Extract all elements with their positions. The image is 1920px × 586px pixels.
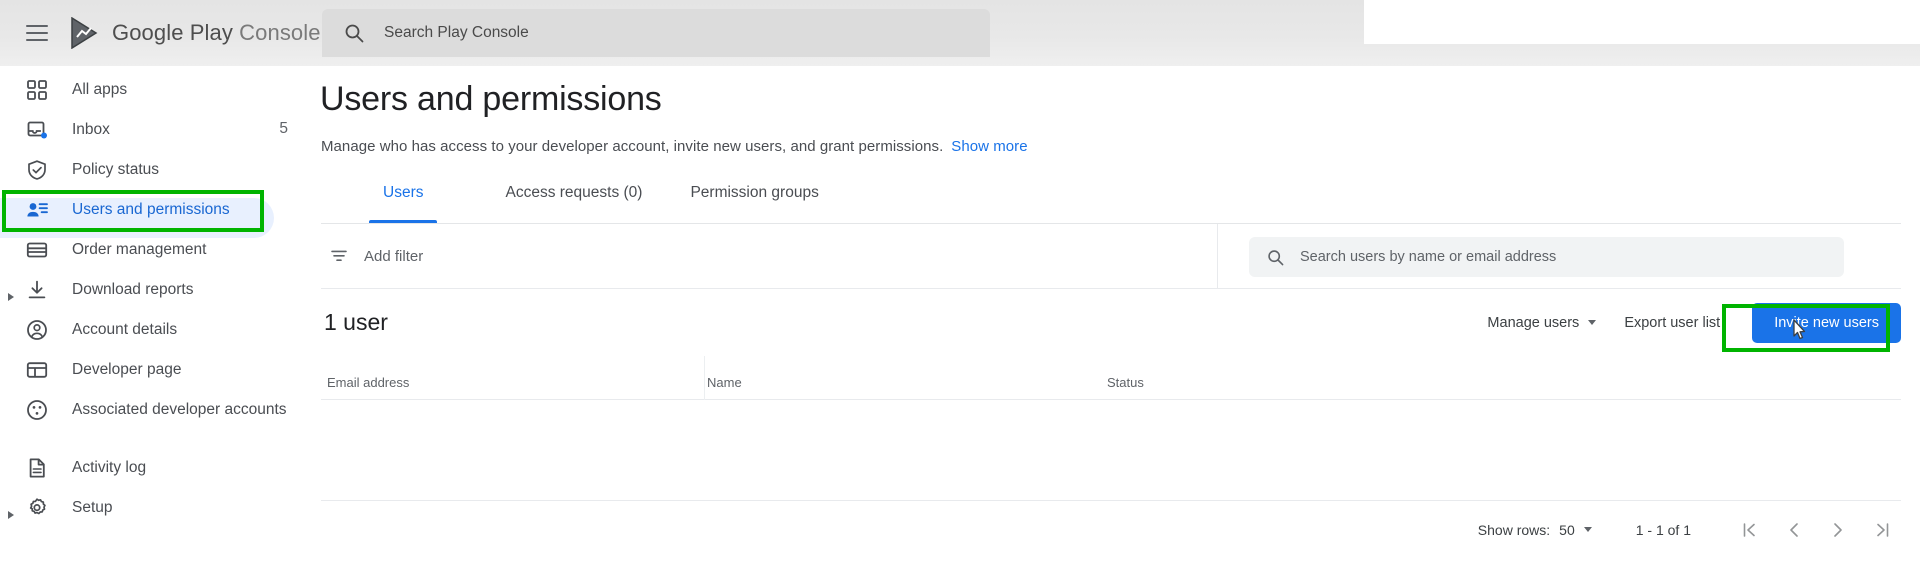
sidebar-item-label: All apps [72, 81, 128, 98]
brand-primary: Google Play [112, 20, 233, 45]
pagination-bar: Show rows: 50 1 - 1 of 1 [321, 500, 1901, 558]
column-header-email: Email address [327, 375, 410, 390]
invite-new-users-button[interactable]: Invite new users [1752, 302, 1901, 343]
tab-label: Access requests (0) [505, 184, 643, 201]
first-page-icon[interactable] [1739, 519, 1761, 541]
users-count-title: 1 user [324, 309, 388, 335]
chevron-down-icon [1583, 527, 1592, 532]
sidebar-item-account-details[interactable]: Account details [0, 318, 300, 358]
sidebar-item-policy-status[interactable]: Policy status [0, 158, 300, 198]
sidebar-item-associated-developer-accounts[interactable]: Associated developer accounts [0, 398, 300, 456]
brand-secondary: Console [239, 20, 321, 45]
manage-users-label: Manage users [1487, 314, 1580, 331]
search-icon [344, 23, 364, 43]
pagination-range: 1 - 1 of 1 [1635, 521, 1691, 538]
table-actions: Manage users Export user list Invite new… [1473, 302, 1901, 343]
credit-card-icon [26, 239, 48, 261]
search-icon [1267, 249, 1284, 266]
document-lines-icon [26, 457, 48, 479]
sidebar-item-label: Associated developer accounts [72, 401, 287, 418]
expand-caret-icon[interactable] [8, 293, 14, 301]
sidebar-item-label: Developer page [72, 361, 182, 378]
column-header-name: Name [707, 375, 742, 390]
sidebar-item-download-reports[interactable]: Download reports [0, 278, 300, 318]
tab-label: Users [383, 184, 424, 201]
sidebar-item-label: Order management [72, 241, 207, 258]
table-header-row: Email address Name Status [321, 356, 1901, 400]
google-play-logo-icon [70, 16, 100, 50]
sidebar-item-label: Setup [72, 499, 113, 516]
inbox-count-badge: 5 [279, 120, 288, 137]
hamburger-menu-icon[interactable] [26, 25, 48, 41]
user-search-placeholder: Search users by name or email address [1300, 249, 1557, 265]
sidebar-item-label: Download reports [72, 281, 194, 298]
show-more-link[interactable]: Show more [951, 138, 1027, 155]
page-title: Users and permissions [320, 80, 662, 118]
sidebar-item-inbox[interactable]: Inbox 5 [0, 118, 300, 158]
manage-users-button[interactable]: Manage users [1473, 305, 1610, 341]
column-separator [704, 356, 705, 400]
play-console-page: Google Play Console Search Play Console [0, 0, 1920, 586]
sidebar-item-label: Policy status [72, 161, 160, 178]
filter-icon [330, 247, 348, 265]
filter-divider [1217, 224, 1218, 289]
table-body [321, 400, 1901, 500]
add-filter-button[interactable]: Add filter [330, 247, 423, 265]
main-content: Users and permissions Manage who has acc… [300, 66, 1920, 586]
sidebar-item-label: Account details [72, 321, 178, 338]
account-circle-icon [26, 319, 48, 341]
tab-access-requests[interactable]: Access requests (0) [481, 178, 666, 223]
sidebar-item-activity-log[interactable]: Activity log [0, 456, 300, 496]
last-page-icon[interactable] [1871, 519, 1893, 541]
sidebar-nav: All apps Inbox 5 Policy status Users and… [0, 66, 300, 586]
gear-icon [26, 497, 48, 519]
brand-title: Google Play Console [112, 20, 321, 46]
grid-apps-icon [26, 79, 48, 101]
chevron-down-icon [1588, 320, 1597, 325]
users-table: Email address Name Status [321, 356, 1901, 500]
rows-per-page-select[interactable]: 50 [1559, 522, 1592, 538]
sidebar-item-label: Inbox [72, 121, 110, 138]
page-description: Manage who has access to your developer … [321, 138, 1028, 155]
user-search-input[interactable]: Search users by name or email address [1249, 237, 1844, 277]
page-description-text: Manage who has access to your developer … [321, 138, 944, 155]
global-search-placeholder: Search Play Console [384, 24, 529, 41]
tab-users[interactable]: Users [321, 178, 481, 223]
export-user-list-label: Export user list [1624, 314, 1721, 331]
brand[interactable]: Google Play Console [70, 16, 321, 50]
tab-permission-groups[interactable]: Permission groups [666, 178, 842, 223]
tab-bar: Users Access requests (0) Permission gro… [321, 178, 1901, 224]
users-count-row: 1 user Manage users Export user list Inv… [321, 289, 1901, 356]
pagination-nav [1739, 519, 1893, 541]
rows-per-page-value: 50 [1559, 521, 1575, 538]
sidebar-item-all-apps[interactable]: All apps [0, 78, 300, 118]
sidebar-item-label: Activity log [72, 459, 147, 476]
associated-accounts-icon [26, 399, 48, 421]
sidebar-item-label: Users and permissions [72, 201, 230, 218]
shield-check-icon [26, 159, 48, 181]
sidebar-item-setup[interactable]: Setup [0, 496, 300, 536]
filter-row: Add filter Search users by name or email… [321, 224, 1901, 289]
screenshot-white-overlay [1364, 0, 1920, 44]
expand-caret-icon[interactable] [8, 511, 14, 519]
sidebar-item-order-management[interactable]: Order management [0, 238, 300, 278]
tab-label: Permission groups [690, 184, 819, 201]
export-user-list-button[interactable]: Export user list [1610, 305, 1734, 341]
add-filter-label: Add filter [364, 247, 424, 265]
developer-page-icon [26, 359, 48, 381]
global-search-input[interactable]: Search Play Console [322, 9, 990, 57]
sidebar-item-users-and-permissions[interactable]: Users and permissions [0, 198, 274, 238]
inbox-icon [26, 119, 48, 141]
show-rows-label: Show rows: [1477, 521, 1551, 538]
chevron-left-icon[interactable] [1783, 519, 1805, 541]
column-header-status: Status [1107, 375, 1144, 390]
users-permissions-icon [26, 199, 48, 221]
chevron-right-icon[interactable] [1827, 519, 1849, 541]
download-icon [26, 279, 48, 301]
sidebar-item-developer-page[interactable]: Developer page [0, 358, 300, 398]
